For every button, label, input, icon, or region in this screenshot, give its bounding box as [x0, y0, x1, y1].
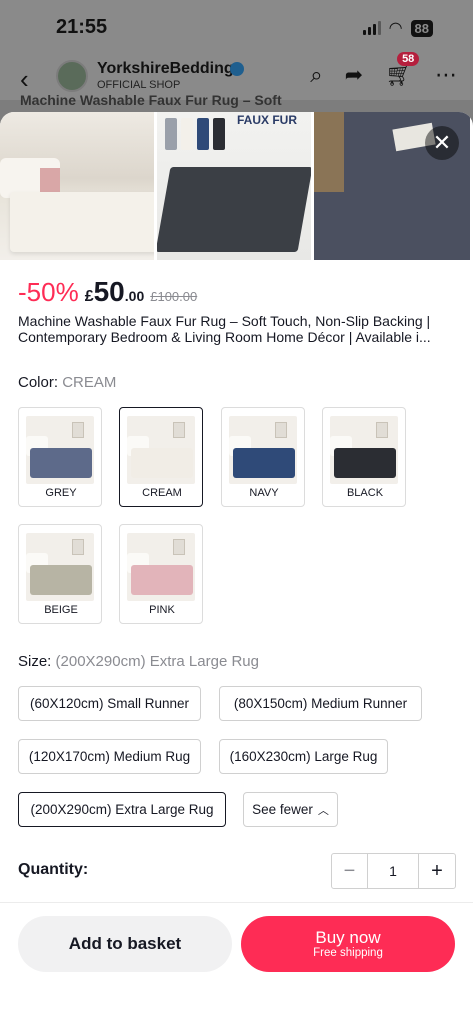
- size-selected: (200X290cm) Extra Large Rug: [55, 653, 259, 670]
- quantity-value[interactable]: 1: [368, 854, 419, 888]
- color-thumb: [26, 533, 94, 601]
- status-time: 21:55: [56, 16, 108, 38]
- variant-sheet: FAUX FUR ✕ -50% £ 50 .00 £100.00 Machine…: [0, 112, 473, 1024]
- color-thumb: [127, 416, 195, 484]
- gallery-image-2[interactable]: FAUX FUR: [157, 112, 311, 260]
- background-product-title: Machine Washable Faux Fur Rug – Soft: [20, 92, 282, 108]
- back-icon[interactable]: ‹: [20, 64, 29, 95]
- color-selected: CREAM: [62, 374, 117, 391]
- quantity-stepper: − 1 +: [331, 853, 456, 889]
- wifi-icon: ◠: [388, 20, 403, 37]
- more-icon[interactable]: ⋯: [435, 62, 457, 88]
- color-thumb: [127, 533, 195, 601]
- price-currency: £: [84, 288, 94, 305]
- status-bar: 21:55 ◠ 88: [0, 0, 473, 56]
- price-decimal: .00: [124, 288, 145, 304]
- buy-now-button[interactable]: Buy now Free shipping: [241, 916, 455, 972]
- original-price: £100.00: [150, 289, 198, 304]
- status-icons: ◠ 88: [362, 18, 433, 38]
- shop-logo[interactable]: [56, 60, 88, 92]
- size-option[interactable]: (80X150cm) Medium Runner: [219, 686, 422, 721]
- color-option-label: CREAM: [142, 487, 182, 499]
- color-thumb: [229, 416, 297, 484]
- discount-percent: -50%: [18, 277, 79, 307]
- footer-divider: [0, 902, 473, 903]
- size-option-selected[interactable]: (200X290cm) Extra Large Rug: [18, 792, 226, 827]
- size-option[interactable]: (120X170cm) Medium Rug: [18, 739, 201, 774]
- color-option-pink[interactable]: PINK: [119, 524, 203, 624]
- color-label: Color:: [18, 374, 59, 391]
- verified-icon: [230, 62, 244, 76]
- color-option-beige[interactable]: BEIGE: [18, 524, 102, 624]
- color-thumb: [26, 416, 94, 484]
- color-option-label: PINK: [149, 604, 175, 616]
- color-option-grey[interactable]: GREY: [18, 407, 102, 507]
- product-title: Machine Washable Faux Fur Rug – Soft Tou…: [18, 313, 431, 345]
- cart-badge: 58: [397, 52, 420, 66]
- decrease-button[interactable]: −: [332, 854, 368, 888]
- color-label-row: Color: CREAM: [18, 374, 116, 391]
- battery-icon: 88: [410, 19, 433, 37]
- color-option-label: BEIGE: [44, 604, 78, 616]
- color-option-label: BLACK: [346, 487, 384, 499]
- gallery-image-1[interactable]: [0, 112, 154, 260]
- header-icons: ⌕ ➦ 🛒︎ 58 ⋯: [310, 52, 457, 88]
- color-thumb: [330, 416, 398, 484]
- share-icon[interactable]: ➦: [345, 62, 363, 88]
- price-row: -50% £ 50 .00 £100.00: [18, 276, 197, 308]
- chevron-up-icon: ︿: [317, 804, 329, 817]
- see-fewer-button[interactable]: See fewer ︿: [243, 792, 338, 827]
- size-label: Size:: [18, 653, 52, 670]
- price-integer: 50: [93, 276, 125, 307]
- size-label-row: Size: (200X290cm) Extra Large Rug: [18, 653, 259, 670]
- free-shipping-label: Free shipping: [313, 947, 383, 959]
- shop-name[interactable]: YorkshireBedding: [97, 60, 234, 78]
- cart-icon[interactable]: 🛒︎ 58: [385, 52, 420, 88]
- add-to-basket-button[interactable]: Add to basket: [18, 916, 232, 972]
- size-option[interactable]: (160X230cm) Large Rug: [219, 739, 388, 774]
- quantity-label: Quantity:: [18, 861, 89, 878]
- color-option-cream[interactable]: CREAM: [119, 407, 203, 507]
- image-gallery[interactable]: FAUX FUR: [0, 112, 473, 260]
- color-option-label: GREY: [45, 487, 77, 499]
- size-option[interactable]: (60X120cm) Small Runner: [18, 686, 201, 721]
- close-icon: ✕: [432, 130, 452, 155]
- see-fewer-label: See fewer: [252, 802, 313, 817]
- shop-subtitle: OFFICIAL SHOP: [97, 79, 181, 91]
- increase-button[interactable]: +: [419, 854, 455, 888]
- close-button[interactable]: ✕: [425, 126, 459, 160]
- search-icon[interactable]: ⌕: [310, 62, 322, 88]
- color-option-black[interactable]: BLACK: [322, 407, 406, 507]
- gallery-image-title: FAUX FUR: [237, 113, 297, 127]
- signal-icon: [362, 21, 381, 35]
- buy-now-label: Buy now: [315, 928, 381, 947]
- color-option-label: NAVY: [249, 487, 279, 499]
- color-option-navy[interactable]: NAVY: [221, 407, 305, 507]
